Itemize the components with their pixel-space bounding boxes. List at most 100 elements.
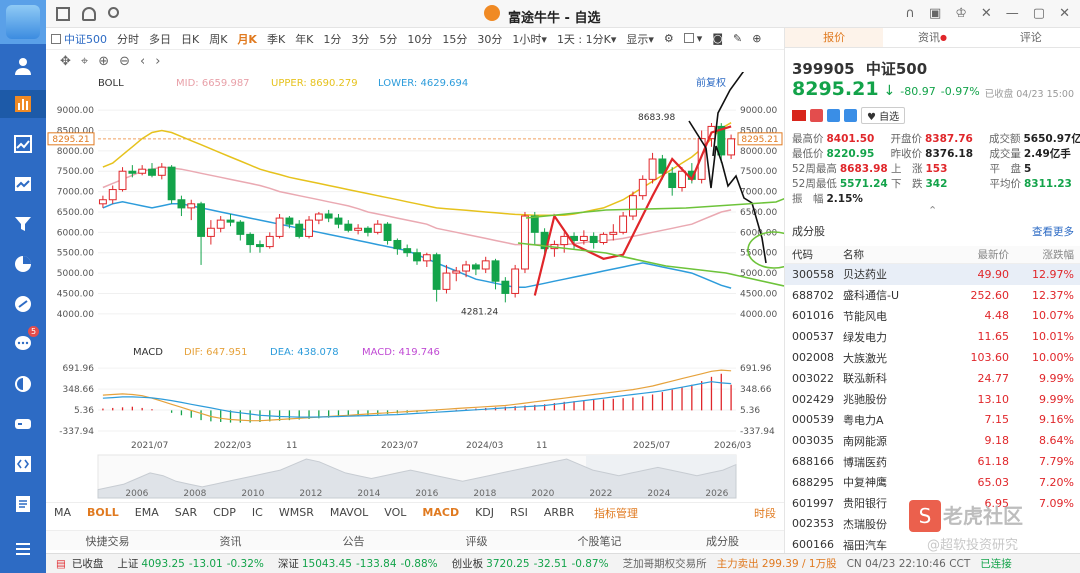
search-icon[interactable] [108, 7, 119, 18]
menu-icon[interactable] [0, 535, 46, 563]
right-arrow-icon[interactable]: › [155, 54, 160, 69]
minimize-icon[interactable]: — [1006, 6, 1019, 21]
community-icon[interactable] [0, 290, 46, 318]
indicator-tab[interactable]: MACD [414, 506, 467, 519]
stock-row[interactable]: 003035 南网能源 9.18 8.64% [785, 430, 1080, 451]
indicator-tab[interactable]: MA [46, 506, 79, 519]
period-tab[interactable]: 15分 [437, 31, 472, 47]
camera-icon[interactable]: ◙ [707, 32, 728, 45]
period-tab[interactable]: 年K [290, 31, 318, 47]
learn-icon[interactable] [0, 370, 46, 398]
stock-row[interactable]: 601016 节能风电 4.48 10.07% [785, 306, 1080, 327]
bottom-tab[interactable]: 评级 [415, 533, 538, 549]
layout-icon[interactable] [56, 7, 70, 21]
indicator-tab[interactable]: VOL [376, 506, 414, 519]
stock-row[interactable]: 688295 中复神鹰 65.03 7.20% [785, 472, 1080, 493]
period-tab[interactable]: 1天 : 1分K▾ [552, 31, 621, 47]
pin-icon[interactable]: ✕ [981, 6, 992, 21]
period-tab[interactable]: 3分 [346, 31, 374, 47]
indicator-tab[interactable]: SAR [167, 506, 205, 519]
document-icon[interactable] [0, 490, 46, 518]
tab-comments[interactable]: 评论 [982, 28, 1080, 47]
stock-row[interactable]: 688166 博瑞医药 61.18 7.79% [785, 451, 1080, 472]
maximize-icon[interactable]: ▢ [1033, 6, 1045, 21]
stock-row[interactable]: 002008 大族激光 103.60 10.00% [785, 347, 1080, 368]
stock-row[interactable]: 003022 联泓新科 24.77 9.99% [785, 368, 1080, 389]
stock-row[interactable]: 002429 兆驰股份 13.10 9.99% [785, 389, 1080, 410]
bell-icon[interactable] [82, 7, 96, 21]
portfolio-icon[interactable] [0, 170, 46, 198]
game-icon[interactable] [0, 410, 46, 438]
user-icon[interactable] [0, 52, 46, 80]
period-tab[interactable]: 10分 [402, 31, 437, 47]
indicator-tab[interactable]: KDJ [467, 506, 502, 519]
market-chart-icon[interactable] [0, 90, 46, 118]
index-checkbox[interactable]: 中证500 [46, 31, 112, 47]
period-tab[interactable]: 1分 [318, 31, 346, 47]
period-tab[interactable]: 日K [176, 31, 204, 47]
prev-adj-label[interactable]: 前复权 [696, 76, 726, 89]
period-tab[interactable]: 30分 [472, 31, 507, 47]
move-icon[interactable]: ✥ [60, 54, 71, 69]
frame-checkbox[interactable]: ▾ [679, 32, 708, 45]
headset-icon[interactable]: ∩ [905, 6, 915, 21]
see-more-link[interactable]: 查看更多 [1032, 224, 1074, 239]
bottom-tab[interactable]: 成分股 [661, 533, 784, 549]
left-arrow-icon[interactable]: ‹ [140, 54, 145, 69]
indicator-tab[interactable]: ARBR [536, 506, 582, 519]
bottom-tab[interactable]: 个股笔记 [538, 533, 661, 549]
indicator-tab[interactable]: RSI [502, 506, 536, 519]
collapse-icon[interactable]: ⌃ [928, 204, 937, 217]
index-ticker[interactable]: 创业板 3720.25 -32.51 -0.87% [452, 556, 609, 571]
bottom-tab[interactable]: 快捷交易 [46, 533, 169, 549]
period-tab[interactable]: 5分 [374, 31, 402, 47]
compare-icon[interactable]: ⊕ [747, 32, 766, 45]
indicator-tab[interactable]: WMSR [271, 506, 322, 519]
crosshair-icon[interactable]: ⌖ [81, 54, 88, 69]
draw-icon[interactable]: ✎ [728, 32, 747, 45]
alert-icon[interactable] [844, 109, 857, 122]
tab-quote[interactable]: 报价 [785, 28, 884, 47]
timeframe-link[interactable]: 时段 [746, 505, 784, 521]
watchlist-button[interactable]: ♥ 自选 [861, 107, 906, 124]
app-logo[interactable] [0, 0, 46, 44]
pie-icon[interactable] [0, 250, 46, 278]
trend-icon[interactable] [0, 130, 46, 158]
zoom-out-icon[interactable]: ⊖ [119, 54, 130, 69]
filter-icon[interactable] [0, 210, 46, 238]
index-ticker[interactable]: 上证 4093.25 -13.01 -0.32% [117, 556, 263, 571]
code-icon[interactable] [0, 450, 46, 478]
period-tab[interactable]: 月K [232, 31, 262, 47]
stock-row[interactable]: 002353 杰瑞股份 [785, 514, 1080, 535]
chat-icon[interactable]: 5 [0, 326, 46, 358]
close-icon[interactable]: ✕ [1059, 6, 1070, 21]
bottom-tab[interactable]: 资讯 [169, 533, 292, 549]
indicator-mgmt-link[interactable]: 指标管理 [586, 505, 646, 521]
indicator-tab[interactable]: IC [244, 506, 271, 519]
settings-icon[interactable]: ⚙ [659, 32, 679, 45]
period-tab[interactable]: 分时 [112, 31, 144, 47]
period-tab[interactable]: 多日 [144, 31, 176, 47]
shirt-icon[interactable]: ♔ [955, 6, 967, 21]
bottom-tab[interactable]: 公告 [292, 533, 415, 549]
share-icon[interactable] [827, 109, 840, 122]
trade-icon[interactable] [810, 109, 823, 122]
stock-row[interactable]: 601997 贵阳银行 6.95 7.09% [785, 493, 1080, 514]
bag-icon[interactable]: ▣ [929, 6, 941, 21]
period-tab[interactable]: 显示▾ [621, 31, 659, 47]
zoom-in-icon[interactable]: ⊕ [98, 54, 109, 69]
indicator-tab[interactable]: MAVOL [322, 506, 376, 519]
tab-news[interactable]: 资讯● [883, 28, 981, 47]
indicator-tab[interactable]: EMA [127, 506, 167, 519]
stock-row[interactable]: 000537 绿发电力 11.65 10.01% [785, 326, 1080, 347]
stock-row[interactable]: 688702 盛科通信-U 252.60 12.37% [785, 285, 1080, 306]
period-tab[interactable]: 1小时▾ [507, 31, 552, 47]
index-ticker[interactable]: 深证 15043.45 -133.84 -0.88% [278, 556, 438, 571]
indicator-tab[interactable]: BOLL [79, 506, 127, 519]
indicator-tab[interactable]: CDP [205, 506, 244, 519]
period-tab[interactable]: 季K [262, 31, 290, 47]
period-tab[interactable]: 周K [204, 31, 232, 47]
stock-row[interactable]: 300558 贝达药业 49.90 12.97% [785, 264, 1080, 285]
stock-row[interactable]: 000539 粤电力A 7.15 9.16% [785, 410, 1080, 431]
kline-chart[interactable]: BOLL MID: 6659.987 UPPER: 8690.279 LOWER: 4… [46, 72, 784, 552]
